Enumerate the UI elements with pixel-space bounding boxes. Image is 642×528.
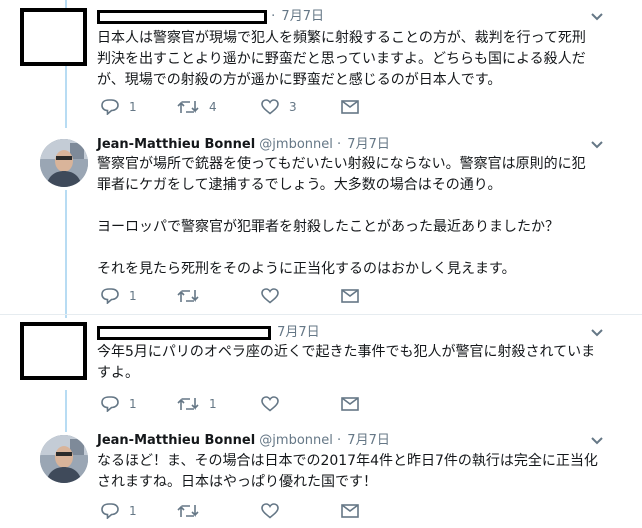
tweet-text: 日本人は警察官が現場で犯人を頻繁に射殺することの方が、裁判を行って死刑 判決を出… [97,28,617,91]
separator-dot: · [271,9,276,24]
like-count: 3 [289,100,297,114]
tweet-text-line: 日本人は警察官が現場で犯人を頻繁に射殺することの方が、裁判を行って死刑 [97,30,586,46]
retweet-button[interactable]: 1 [177,394,217,414]
tweet-text-line [97,196,617,217]
tweet[interactable]: · 7月7日 日本人は警察官が現場で犯人を頻繁に射殺することの方が、裁判を行って… [0,0,642,128]
like-icon [261,288,279,304]
tweet-header: Jean-Matthieu Bonnel @jmbonnel · 7月7日 [97,432,390,450]
tweet-text-line: なるほど！ま、その場合は日本での2017年4件と昨日7件の執行は完全に正当化 [97,453,598,469]
author-name[interactable]: Jean-Matthieu Bonnel [97,137,255,152]
tweet-text-line: すよ。 [97,365,139,381]
tweet[interactable]: 7月7日 今年5月にパリのオペラ座の近くで起きた事件でも犯人が警官に射殺されてい… [0,315,642,425]
tweet-date[interactable]: 7月7日 [277,325,320,340]
retweet-count: 1 [209,397,217,411]
reply-button[interactable]: 1 [101,286,137,306]
separator-dot: · [337,137,342,152]
reply-count: 1 [129,289,137,303]
tweet-text-line: 罪者にケガをして逮捕するでしょう。大多数の場合はその通り。 [97,177,502,193]
reply-count: 1 [129,397,137,411]
tweet-date[interactable]: 7月7日 [347,137,390,152]
avatar-redacted[interactable] [20,322,87,380]
retweet-button[interactable]: 4 [177,97,217,117]
reply-icon [101,99,119,115]
reply-button[interactable]: 1 [101,394,137,414]
avatar-redacted[interactable] [20,8,87,66]
reply-button[interactable]: 1 [101,501,137,521]
tweet-actions: 1 [101,286,361,306]
message-icon [341,504,359,518]
avatar[interactable] [40,435,88,483]
tweet-date[interactable]: 7月7日 [347,433,390,448]
like-icon [261,99,279,115]
tweet-text-line: されますね。日本はやっぱり優れた国です！ [97,474,377,490]
tweet-text: なるほど！ま、その場合は日本での2017年4件と昨日7件の執行は完全に正当化 さ… [97,451,617,493]
tweet-text: 警察官が場所で銃器を使ってもだいたい射殺にならない。警察官は原則的に犯 罪者にケ… [97,154,617,280]
tweet-text-line: が、現場での射殺の方が遥かに野蛮だと感じるのが日本人です。 [97,72,502,88]
like-button[interactable]: 3 [261,97,297,117]
retweet-icon [177,290,199,302]
chevron-down-icon[interactable] [590,140,604,150]
tweet-text-line: 警察官が場所で銃器を使ってもだいたい射殺にならない。警察官は原則的に犯 [97,156,586,172]
author-name-redacted[interactable] [97,9,267,24]
like-button[interactable] [261,286,289,306]
separator-dot: · [337,433,342,448]
tweet-header: Jean-Matthieu Bonnel @jmbonnel · 7月7日 [97,136,390,154]
reply-icon [101,288,119,304]
chevron-down-icon[interactable] [590,12,604,22]
avatar[interactable] [40,139,88,187]
like-button[interactable] [261,394,289,414]
message-button[interactable] [341,286,359,306]
retweet-button[interactable] [177,286,209,306]
tweet-actions: 1 4 3 [101,97,361,117]
tweet-text-line: それを見たら死刑をそのように正当化するのはおかしく見えます。 [97,261,516,277]
tweet-actions: 1 1 [101,394,361,414]
retweet-icon [177,398,199,410]
author-handle[interactable]: @jmbonnel [259,137,333,152]
tweet-actions: 1 [101,501,361,521]
chevron-down-icon[interactable] [590,328,604,338]
tweet[interactable]: Jean-Matthieu Bonnel @jmbonnel · 7月7日 警察… [0,128,642,314]
tweet-date[interactable]: 7月7日 [281,9,324,24]
like-icon [261,396,279,412]
reply-icon [101,503,119,519]
tweet-header: · 7月7日 [97,8,324,26]
reply-count: 1 [129,504,137,518]
author-handle[interactable]: @jmbonnel [259,433,333,448]
tweet-text-line [97,238,617,259]
retweet-icon [177,505,199,517]
tweet-header: 7月7日 [97,324,320,342]
tweet-text-line: 判決を出すことより遥かに野蛮だと思っていますよ。どちらも国による殺人だ [97,51,586,67]
message-icon [341,100,359,114]
message-icon [341,397,359,411]
retweet-button[interactable] [177,501,209,521]
like-icon [261,503,279,519]
tweet-text-line: 今年5月にパリのオペラ座の近くで起きた事件でも犯人が警官に射殺されていま [97,344,596,360]
author-name[interactable]: Jean-Matthieu Bonnel [97,433,255,448]
chevron-down-icon[interactable] [590,436,604,446]
tweet[interactable]: Jean-Matthieu Bonnel @jmbonnel · 7月7日 なる… [0,425,642,528]
reply-button[interactable]: 1 [101,97,137,117]
message-button[interactable] [341,394,359,414]
retweet-count: 4 [209,100,217,114]
retweet-icon [177,101,199,113]
reply-icon [101,396,119,412]
message-button[interactable] [341,501,359,521]
like-button[interactable] [261,501,289,521]
message-icon [341,289,359,303]
tweet-text: 今年5月にパリのオペラ座の近くで起きた事件でも犯人が警官に射殺されていま すよ。 [97,342,617,384]
author-name-redacted[interactable] [97,325,271,340]
message-button[interactable] [341,97,359,117]
tweet-text-line: ヨーロッパで警察官が犯罪者を射殺したことがあった最近ありましたか？ [97,219,559,235]
reply-count: 1 [129,100,137,114]
